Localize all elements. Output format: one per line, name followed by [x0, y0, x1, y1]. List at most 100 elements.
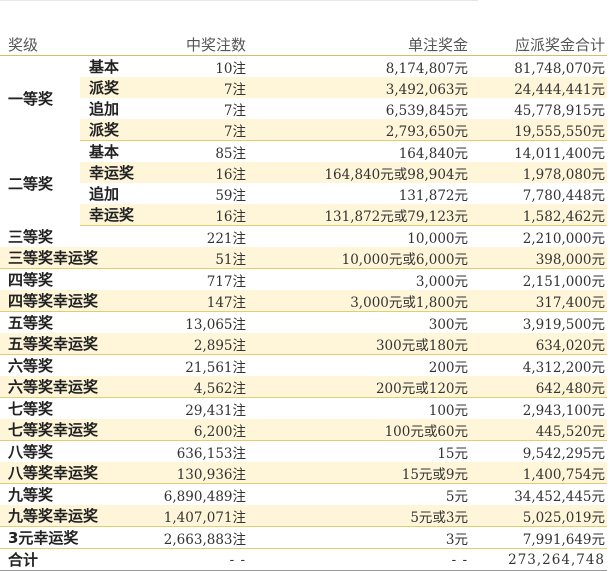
total-prize-cell: 634,020元 [470, 333, 608, 355]
total-prize-cell: 24,444,441元 [470, 77, 608, 98]
table-row: 派奖 7注 2,793,650元 19,555,550元 [0, 119, 608, 141]
single-prize-cell: 200元或120元 [248, 376, 471, 398]
total-prize-cell: 4,312,200元 [522, 359, 606, 376]
level-label: 三等奖 [8, 228, 54, 246]
total-prize-cell: 7,780,448元 [522, 187, 606, 204]
total-prize-cell: 1,978,080元 [470, 162, 608, 183]
sub-level-label: 追加 [89, 185, 120, 203]
table-row: 五等奖 13,065注 300元 3,919,500元 [0, 312, 607, 334]
total-prize-cell: 1,400,754元 [470, 462, 608, 484]
header-total: 应派奖金合计 [470, 34, 608, 56]
level-label: 五等奖 [8, 314, 54, 332]
total-label: 合计 [0, 548, 141, 571]
total-count-cell: - - [140, 548, 249, 571]
single-prize-cell: 8,174,807元 [385, 60, 469, 77]
sub-level-label: 追加 [89, 100, 120, 118]
table-row: 七等奖幸运奖 6,200注 100元或60元 445,520元 [0, 419, 608, 441]
single-prize-cell: 3,000元 [415, 273, 469, 290]
level-label: 四等奖 [8, 271, 54, 289]
single-prize-cell: 3元 [248, 526, 471, 549]
count-cell: 6,890,489注 [163, 488, 247, 505]
table-row: 九等奖幸运奖 1,407,071注 5元或3元 5,025,019元 [0, 505, 608, 527]
level-label: 五等奖幸运奖 [0, 333, 141, 355]
single-prize-cell: 300元或180元 [248, 333, 471, 355]
total-prize-cell: 1,582,462元 [470, 204, 608, 226]
total-prize-cell: 3,919,500元 [522, 316, 606, 333]
count-cell: 85注 [215, 145, 247, 162]
total-prize-cell: 45,778,915元 [514, 102, 606, 119]
single-prize-cell: 200元 [428, 359, 469, 376]
top-divider [0, 0, 478, 1]
total-prize-cell: 2,943,100元 [522, 402, 606, 419]
total-row: 合计 - - - - 273,264,748 [0, 548, 608, 571]
prize-table: 奖级 中奖注数 单注奖金 应派奖金合计 一等奖 基本 10注 8,174,807… [0, 34, 608, 571]
table-row: 四等奖幸运奖 147注 3,000元或1,800元 317,400元 [0, 290, 608, 312]
count-cell: 59注 [215, 187, 247, 204]
single-prize-cell: 5元或3元 [248, 505, 471, 527]
count-cell: 4,562注 [140, 376, 249, 398]
table-row: 九等奖 6,890,489注 5元 34,452,445元 [0, 484, 607, 506]
count-cell: 7注 [140, 119, 249, 141]
single-prize-cell: 3,000元或1,800元 [248, 290, 471, 312]
sub-level-label: 派奖 [80, 119, 141, 141]
count-cell: 1,407,071注 [140, 505, 249, 527]
total-prize-cell: 9,542,295元 [522, 445, 606, 462]
count-cell: 6,200注 [140, 419, 249, 441]
table-row: 追加 7注 6,539,845元 45,778,915元 [0, 98, 607, 119]
table-row: 六等奖 21,561注 200元 4,312,200元 [0, 355, 607, 377]
table-row: 八等奖 636,153注 15元 9,542,295元 [0, 441, 607, 463]
total-prize-cell: 5,025,019元 [470, 505, 608, 527]
single-prize-cell: 15元 [437, 445, 469, 462]
total-prize-cell: 2,210,000元 [522, 230, 606, 247]
header-count: 中奖注数 [140, 34, 249, 56]
header-single: 单注奖金 [248, 34, 471, 56]
count-cell: 10注 [215, 60, 247, 77]
total-prize-cell: 81,748,070元 [514, 60, 606, 77]
table-header-row: 奖级 中奖注数 单注奖金 应派奖金合计 [0, 34, 608, 56]
level-label: 七等奖幸运奖 [0, 419, 141, 441]
single-prize-cell: 10,000元 [407, 230, 469, 247]
table-row: 追加 59注 131,872元 7,780,448元 [0, 183, 607, 204]
count-cell: 717注 [206, 273, 247, 290]
single-prize-cell: 164,840元 [398, 145, 469, 162]
single-prize-cell: 3,492,063元 [248, 77, 471, 98]
table-row: 幸运奖 16注 164,840元或98,904元 1,978,080元 [0, 162, 608, 183]
single-prize-cell: 10,000元或6,000元 [248, 247, 471, 269]
count-cell: 147注 [140, 290, 249, 312]
single-prize-cell: 100元或60元 [248, 419, 471, 441]
single-prize-cell: 131,872元 [398, 187, 469, 204]
single-prize-cell: 2,793,650元 [248, 119, 471, 141]
group-level-label: 二等奖 [0, 140, 80, 226]
total-prize-cell: 2,151,000元 [522, 273, 606, 290]
grand-total-cell: 273,264,748 [470, 548, 608, 571]
count-cell: 51注 [140, 247, 249, 269]
sub-level-label: 基本 [89, 143, 120, 161]
sub-level-label: 派奖 [80, 77, 141, 98]
total-prize-cell: 642,480元 [470, 376, 608, 398]
header-level: 奖级 [0, 34, 141, 56]
level-label: 九等奖幸运奖 [0, 505, 141, 527]
level-label: 三等奖幸运奖 [0, 247, 141, 269]
count-cell: 636,153注 [176, 445, 247, 462]
total-prize-cell: 14,011,400元 [514, 145, 606, 162]
table-row: 七等奖 29,431注 100元 2,943,100元 [0, 398, 607, 420]
sub-level-label: 幸运奖 [80, 204, 141, 226]
total-prize-cell: 317,400元 [470, 290, 608, 312]
sub-level-label: 基本 [89, 58, 120, 76]
table-row: 五等奖幸运奖 2,895注 300元或180元 634,020元 [0, 333, 608, 355]
level-label: 七等奖 [8, 400, 54, 418]
table-row: 六等奖幸运奖 4,562注 200元或120元 642,480元 [0, 376, 608, 398]
count-cell: 16注 [140, 162, 249, 183]
level-label: 3元幸运奖 [0, 526, 141, 549]
total-prize-cell: 398,000元 [470, 247, 608, 269]
table-row: 幸运奖 16注 131,872元或79,123元 1,582,462元 [0, 204, 608, 226]
total-prize-cell: 7,991,649元 [470, 526, 608, 549]
count-cell: 7注 [223, 102, 247, 119]
group-level-label: 一等奖 [0, 55, 80, 141]
level-label: 八等奖幸运奖 [0, 462, 141, 484]
single-prize-cell: 5元 [445, 488, 469, 505]
table-row: 三等奖 221注 10,000元 2,210,000元 [0, 226, 607, 248]
table-row: 四等奖 717注 3,000元 2,151,000元 [0, 269, 607, 291]
count-cell: 13,065注 [185, 316, 247, 333]
level-label: 八等奖 [8, 443, 54, 461]
